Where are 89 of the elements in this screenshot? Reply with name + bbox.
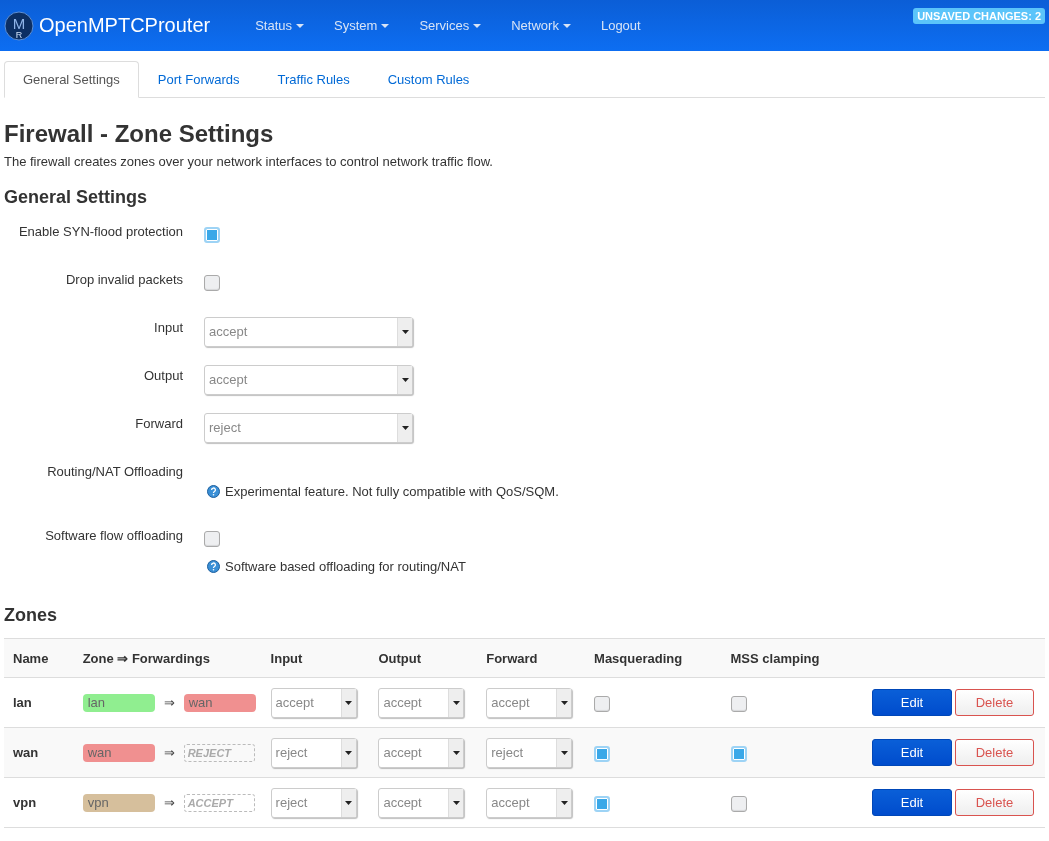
checkbox[interactable] xyxy=(204,226,220,243)
policy-dropdown[interactable]: accept xyxy=(486,687,573,718)
section-heading: General Settings xyxy=(4,187,149,209)
brand-name[interactable]: OpenMPTCProuter xyxy=(39,14,211,37)
checkbox[interactable] xyxy=(594,696,611,713)
zone-name: vpn xyxy=(4,777,74,828)
delete-button[interactable]: Delete xyxy=(955,739,1034,767)
zone-tag: vpn xyxy=(82,793,155,812)
policy-dropdown[interactable]: accept xyxy=(378,737,465,768)
caret-icon xyxy=(560,750,568,755)
policy-tag: REJECT xyxy=(183,743,255,762)
tab[interactable]: General Settings xyxy=(4,61,139,98)
arrow-symbol: ⇒ xyxy=(163,695,175,711)
field-label: Routing/NAT Offloading xyxy=(46,462,183,479)
edit-button[interactable]: Edit xyxy=(872,689,952,717)
delete-button[interactable]: Delete xyxy=(955,689,1034,717)
field-label: Software flow offloading xyxy=(44,526,183,543)
nav-menu[interactable]: Logout xyxy=(600,18,641,33)
tab[interactable]: Port Forwards xyxy=(138,61,259,98)
policy-dropdown[interactable]: reject xyxy=(270,737,357,768)
zone-tag: wan xyxy=(82,743,155,762)
caret-icon xyxy=(345,750,353,755)
caret-icon xyxy=(401,425,409,430)
column-header: Output xyxy=(369,638,478,678)
policy-dropdown[interactable]: accept xyxy=(378,787,465,818)
checkbox[interactable] xyxy=(730,796,747,813)
caret-icon xyxy=(473,23,482,28)
arrow-symbol: ⇒ xyxy=(163,745,175,761)
nav-menu[interactable]: System xyxy=(334,18,390,33)
caret-icon xyxy=(560,800,568,805)
column-header: Name xyxy=(4,638,74,678)
field-label: Forward xyxy=(134,414,183,431)
policy-dropdown[interactable]: reject xyxy=(204,412,413,443)
checkbox[interactable] xyxy=(594,746,611,763)
tab[interactable]: Traffic Rules xyxy=(258,61,369,98)
column-header: MSS clamping xyxy=(721,638,863,678)
checkbox[interactable] xyxy=(204,274,220,291)
field-label: Drop invalid packets xyxy=(64,270,183,287)
tab[interactable]: Custom Rules xyxy=(368,61,489,98)
edit-button[interactable]: Edit xyxy=(872,789,952,817)
policy-dropdown[interactable]: reject xyxy=(486,737,573,768)
zone-tag: wan xyxy=(183,693,256,712)
logo-icon: M R xyxy=(4,10,34,41)
policy-dropdown[interactable]: accept xyxy=(486,787,573,818)
help-icon xyxy=(207,559,220,573)
policy-tag: ACCEPT xyxy=(183,793,255,812)
caret-icon xyxy=(562,23,571,28)
policy-dropdown[interactable]: accept xyxy=(378,687,465,718)
column-header: Forward xyxy=(477,638,586,678)
caret-icon xyxy=(345,800,353,805)
nav-menu[interactable]: Status xyxy=(255,18,305,33)
checkbox[interactable] xyxy=(204,530,220,547)
policy-dropdown[interactable]: accept xyxy=(204,316,413,347)
nav-menu[interactable]: Network xyxy=(511,18,571,33)
caret-icon xyxy=(401,329,409,334)
field-label: Input xyxy=(153,318,183,335)
zone-name: wan xyxy=(4,727,74,778)
page-description: The firewall creates zones over your network interfaces to control network traffic flow. xyxy=(4,154,494,169)
caret-icon xyxy=(452,700,460,705)
zone-tag: lan xyxy=(82,693,155,712)
caret-icon xyxy=(381,23,390,28)
section-heading: Zones xyxy=(4,604,58,627)
checkbox[interactable] xyxy=(730,746,747,763)
field-label: Enable SYN-flood protection xyxy=(17,222,183,239)
caret-icon xyxy=(452,750,460,755)
help-text: Experimental feature. Not fully compatible with QoS/SQM. xyxy=(225,483,559,499)
checkbox[interactable] xyxy=(594,796,611,813)
caret-icon xyxy=(452,800,460,805)
column-header: Input xyxy=(261,638,370,678)
caret-icon xyxy=(345,700,353,705)
policy-dropdown[interactable]: accept xyxy=(204,364,413,395)
zone-name: lan xyxy=(4,677,74,728)
unsaved-changes-badge[interactable]: UNSAVED CHANGES: 2 xyxy=(913,8,1045,24)
policy-dropdown[interactable]: reject xyxy=(270,787,357,818)
column-header: Zone ⇒ Forwardings xyxy=(73,638,262,678)
caret-icon xyxy=(296,23,305,28)
arrow-symbol: ⇒ xyxy=(163,795,175,811)
column-header: Masquerading xyxy=(585,638,722,678)
edit-button[interactable]: Edit xyxy=(872,739,952,767)
checkbox[interactable] xyxy=(730,696,747,713)
nav-menu[interactable]: Services xyxy=(419,18,482,33)
page-title: Firewall - Zone Settings xyxy=(4,122,275,146)
caret-icon xyxy=(401,377,409,382)
help-text: Software based offloading for routing/NAT xyxy=(225,558,466,574)
help-icon xyxy=(207,484,220,498)
field-label: Output xyxy=(142,366,183,383)
delete-button[interactable]: Delete xyxy=(955,789,1034,817)
policy-dropdown[interactable]: accept xyxy=(270,687,357,718)
caret-icon xyxy=(560,700,568,705)
